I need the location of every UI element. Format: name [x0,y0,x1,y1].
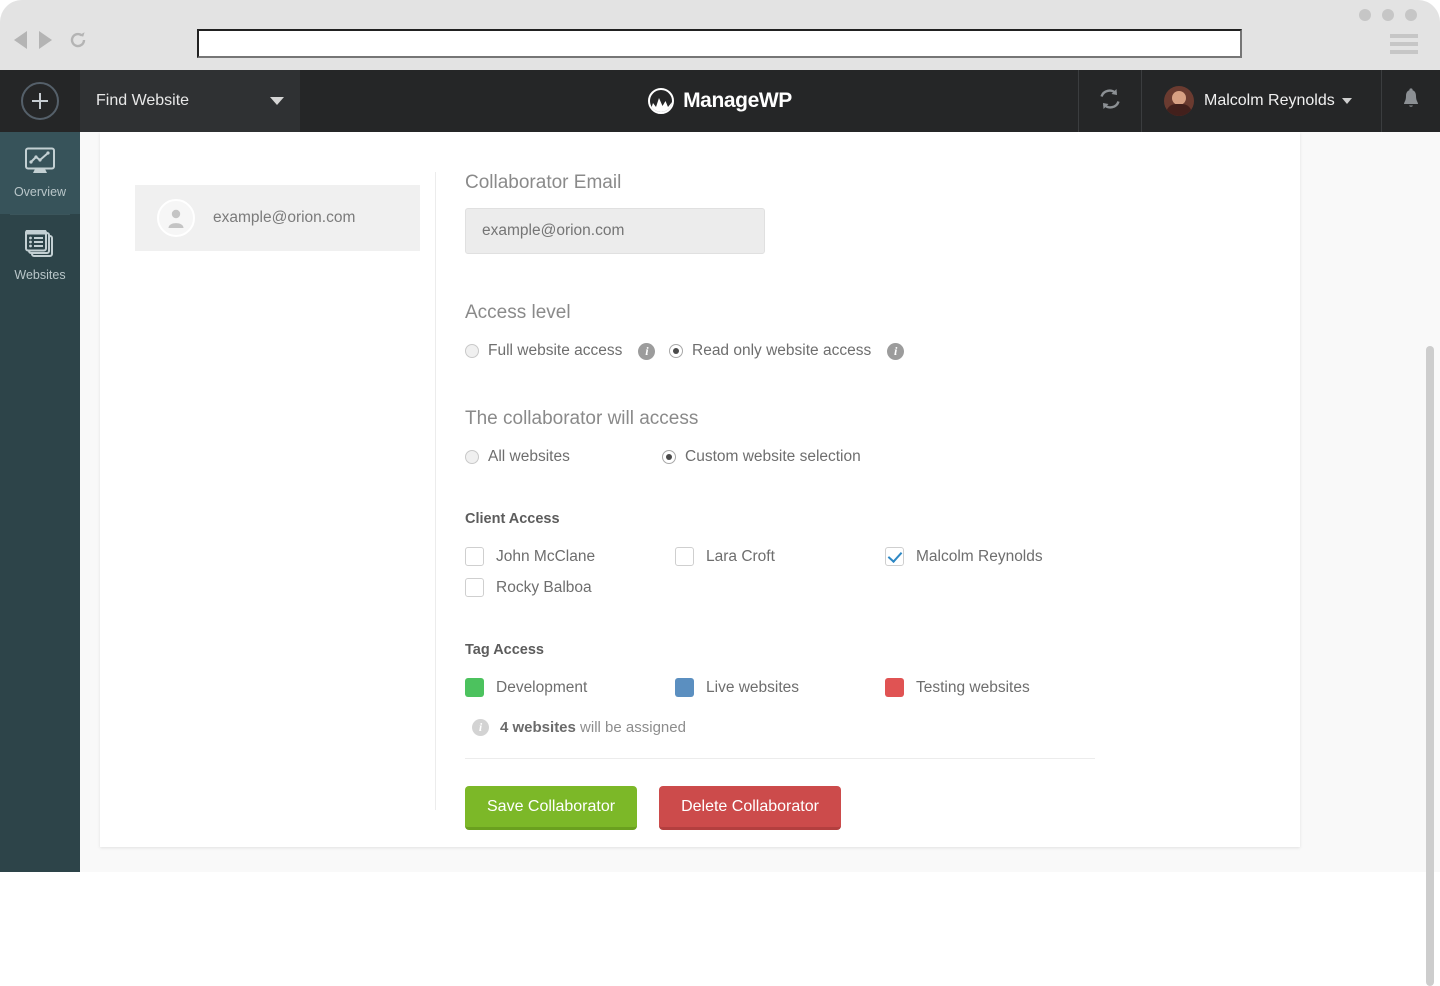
will-access-heading: The collaborator will access [465,408,699,429]
window-dots [1359,9,1417,21]
browser-nav-buttons [14,30,88,50]
plus-circle-icon [21,82,59,120]
radio-label: All websites [488,448,570,465]
checkbox-indicator [465,578,484,597]
back-icon[interactable] [14,31,27,49]
tag-testing-websites[interactable]: Testing websites [885,678,1125,697]
sidebar-item-label: Overview [13,185,67,199]
form-divider [465,758,1095,759]
checkbox-lara-croft[interactable]: Lara Croft [675,547,885,566]
websites-stack-icon [24,229,56,261]
tag-color-swatch [885,678,904,697]
managewp-logo-icon [648,88,675,114]
browser-chrome [0,0,1440,70]
tag-label: Development [496,678,588,696]
tag-color-swatch [465,678,484,697]
collaborator-email-input[interactable] [465,208,765,254]
info-icon[interactable]: i [638,342,656,360]
radio-read-only-website-access[interactable]: Read only website access i [669,342,905,360]
assigned-count: 4 websites [500,719,576,736]
checkbox-label: Rocky Balboa [496,578,592,596]
will-access-radio-group: All websites Custom website selection [465,448,1225,466]
sidebar-item-label: Websites [14,268,66,282]
user-name: Malcolm Reynolds [1204,92,1335,109]
tag-development[interactable]: Development [465,678,675,697]
chevron-down-icon [1341,98,1352,104]
sidebar-rail: Overview Websites [0,132,80,872]
radio-indicator [465,450,479,464]
form-actions: Save Collaborator Delete Collaborator [465,786,1225,830]
checkbox-label: Malcolm Reynolds [916,547,1043,565]
collaborator-form: Collaborator Email Access level Full web… [465,172,1225,830]
radio-custom-website-selection[interactable]: Custom website selection [662,448,861,466]
sidebar-item-websites[interactable]: Websites [0,215,80,297]
tag-label: Testing websites [916,678,1030,696]
find-website-dropdown[interactable]: Find Website [80,70,300,132]
radio-label: Custom website selection [685,448,861,465]
info-icon[interactable]: i [887,342,905,360]
chevron-down-icon [270,97,284,105]
vertical-divider [435,172,436,810]
assigned-suffix: will be assigned [575,719,686,736]
collaborator-email-heading: Collaborator Email [465,172,622,193]
page-scrollbar-track[interactable] [1426,132,1437,986]
checkbox-john-mcclane[interactable]: John McClane [465,547,675,566]
radio-indicator [465,344,479,358]
radio-indicator [669,344,683,358]
reload-icon[interactable] [68,30,88,50]
delete-collaborator-button[interactable]: Delete Collaborator [659,786,841,830]
window-dot [1382,9,1394,21]
radio-all-websites[interactable]: All websites [465,448,662,466]
user-menu[interactable]: Malcolm Reynolds [1142,70,1382,132]
brand-name: ManageWP [683,89,792,112]
checkbox-indicator [885,547,904,566]
page-scrollbar-thumb[interactable] [1426,346,1434,986]
window-dot [1405,9,1417,21]
sidebar-item-overview[interactable]: Overview [0,132,80,214]
assignment-note: i 4 websites will be assigned [465,719,1225,736]
collaborator-card: example@orion.com Collaborator Email Acc… [100,132,1300,847]
tag-access-heading: Tag Access [465,642,544,658]
checkbox-label: Lara Croft [706,547,775,565]
access-level-heading: Access level [465,302,571,323]
tag-label: Live websites [706,678,800,696]
radio-full-website-access[interactable]: Full website access i [465,342,661,360]
checkbox-rocky-balboa[interactable]: Rocky Balboa [465,578,675,597]
radio-label: Read only website access [692,342,872,359]
checkbox-indicator [465,547,484,566]
avatar [1164,86,1194,116]
client-access-list: John McClane Lara Croft Malcolm Reynolds… [465,547,1225,597]
radio-label: Full website access [488,342,623,359]
info-icon: i [472,719,489,736]
access-level-radio-group: Full website access i Read only website … [465,342,1225,360]
url-input[interactable] [197,29,1242,58]
notification-bell-icon [1401,87,1421,115]
forward-icon[interactable] [39,31,52,49]
save-collaborator-button[interactable]: Save Collaborator [465,786,638,830]
checkbox-indicator [675,547,694,566]
checkbox-label: John McClane [496,547,596,565]
hamburger-menu-icon[interactable] [1390,34,1418,54]
notifications-button[interactable] [1382,70,1440,132]
sync-button[interactable] [1078,70,1142,132]
radio-indicator [662,450,676,464]
add-website-button[interactable] [0,70,80,132]
app-topbar: ManageWP Find Website Malcolm Reynolds [0,70,1440,132]
checkbox-malcolm-reynolds[interactable]: Malcolm Reynolds [885,547,1125,566]
find-website-label: Find Website [96,92,190,109]
tag-live-websites[interactable]: Live websites [675,678,885,697]
window-dot [1359,9,1371,21]
monitor-chart-icon [24,147,56,178]
tag-color-swatch [675,678,694,697]
collaborator-email-label: example@orion.com [213,209,356,226]
person-icon [157,199,195,237]
sync-refresh-icon [1097,86,1123,117]
tag-access-list: Development Live websites Testing websit… [465,678,1225,697]
collaborator-list-item[interactable]: example@orion.com [135,185,420,251]
client-access-heading: Client Access [465,511,560,527]
page-body: example@orion.com Collaborator Email Acc… [80,132,1440,872]
